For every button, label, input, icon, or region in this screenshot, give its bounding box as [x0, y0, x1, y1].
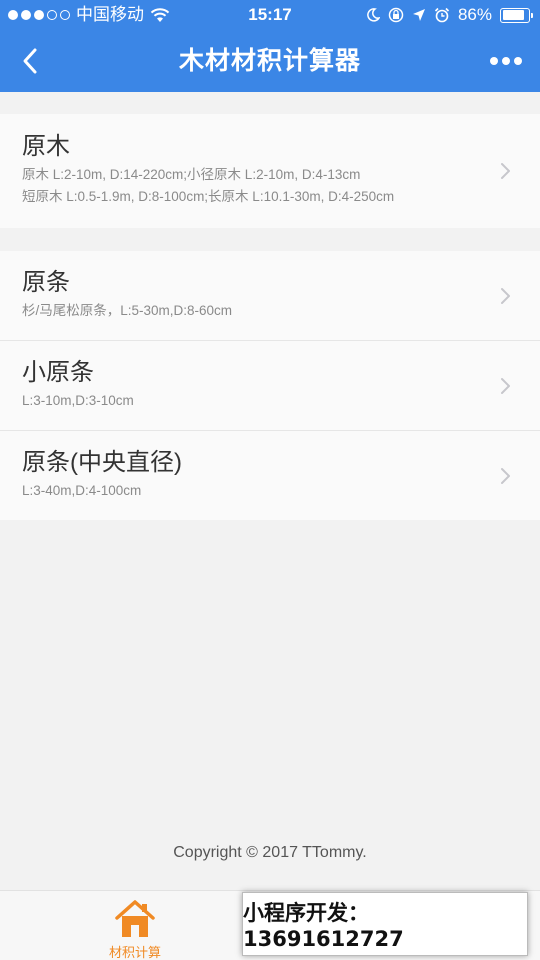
developer-contact-banner: 小程序开发：13691612727: [242, 892, 528, 956]
more-dot-icon: [514, 57, 522, 65]
back-button[interactable]: [10, 41, 50, 81]
status-right: 86%: [366, 0, 533, 30]
carrier-label: 中国移动: [76, 5, 144, 24]
top-bar: 中国移动 15:17 86% 木材材积计算器: [0, 0, 540, 92]
more-dot-icon: [490, 57, 498, 65]
list-item-log[interactable]: 原木 原木 L:2-10m, D:14-220cm;小径原木 L:2-10m, …: [0, 114, 540, 228]
more-dot-icon: [502, 57, 510, 65]
tab-volume-calc[interactable]: 材积计算: [0, 891, 270, 960]
list-group-poles: 原条 杉/马尾松原条，L:5-30m,D:8-60cm 小原条 L:3-10m,…: [0, 251, 540, 520]
navigation-bar: 木材材积计算器: [0, 30, 540, 92]
list-item-pole-mid-diameter[interactable]: 原条(中央直径) L:3-40m,D:4-100cm: [0, 431, 540, 520]
tab-label: 材积计算: [108, 945, 161, 960]
location-icon: [412, 9, 425, 21]
chevron-right-icon: [501, 287, 510, 304]
chevron-right-icon: [501, 377, 510, 394]
battery-percent: 86%: [457, 5, 492, 24]
signal-strength-icon: [8, 10, 70, 20]
item-desc: L:3-40m,D:4-100cm: [22, 483, 142, 498]
list-item-pole[interactable]: 原条 杉/马尾松原条，L:5-30m,D:8-60cm: [0, 251, 540, 341]
chevron-left-icon: [23, 48, 37, 74]
item-name: 原条(中央直径): [22, 449, 182, 476]
more-menu-button[interactable]: [484, 45, 528, 77]
status-bar: 中国移动 15:17 86%: [0, 0, 540, 30]
item-desc: 短原木 L:0.5-1.9m, D:8-100cm;长原木 L:10.1-30m…: [22, 189, 395, 204]
list-group-logs: 原木 原木 L:2-10m, D:14-220cm;小径原木 L:2-10m, …: [0, 114, 540, 228]
alarm-icon: [434, 7, 450, 23]
battery-fill: [502, 10, 524, 20]
battery-icon: [500, 7, 533, 23]
item-name: 原条: [22, 269, 70, 296]
item-desc: 原木 L:2-10m, D:14-220cm;小径原木 L:2-10m, D:4…: [22, 167, 361, 182]
status-left: 中国移动: [8, 0, 170, 30]
page-title: 木材材积计算器: [178, 47, 361, 75]
moon-icon: [367, 8, 380, 22]
wifi-icon: [150, 8, 170, 22]
rotation-lock-icon: [388, 7, 404, 23]
home-icon: [115, 900, 155, 937]
chevron-right-icon: [501, 163, 510, 179]
item-name: 小原条: [22, 359, 94, 386]
copyright-text: Copyright © 2017 TTommy.: [173, 844, 367, 861]
list-item-small-pole[interactable]: 小原条 L:3-10m,D:3-10cm: [0, 341, 540, 431]
chevron-right-icon: [501, 467, 510, 484]
item-name: 原木: [22, 133, 70, 160]
item-desc: L:3-10m,D:3-10cm: [22, 393, 134, 408]
item-desc: 杉/马尾松原条，L:5-30m,D:8-60cm: [22, 303, 233, 318]
